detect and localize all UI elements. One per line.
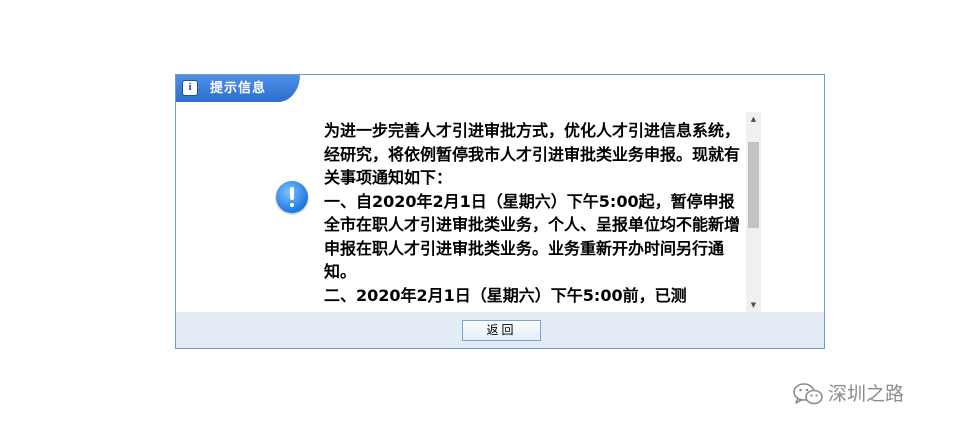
scroll-thumb[interactable] <box>748 142 759 228</box>
notice-dialog: i 提示信息 为进一步完善人才引进审批方式，优化人才引进信息系统，经研究，将依例… <box>175 74 825 349</box>
dialog-footer: 返回 <box>176 312 824 348</box>
exclamation-icon <box>276 181 308 213</box>
wechat-icon <box>793 383 823 405</box>
scroll-down-arrow-icon[interactable]: ▼ <box>746 298 761 312</box>
dialog-title: 提示信息 <box>210 81 267 96</box>
return-button[interactable]: 返回 <box>462 320 541 341</box>
message-scroll-area[interactable]: 为进一步完善人才引进审批方式，优化人才引进信息系统，经研究，将依例暂停我市人才引… <box>324 119 744 311</box>
info-icon: i <box>182 80 198 96</box>
vertical-scrollbar[interactable]: ▲ ▼ <box>746 112 761 312</box>
dialog-title-bar: i 提示信息 <box>176 75 300 102</box>
scroll-up-arrow-icon[interactable]: ▲ <box>746 112 761 126</box>
notice-message: 为进一步完善人才引进审批方式，优化人才引进信息系统，经研究，将依例暂停我市人才引… <box>324 121 741 305</box>
watermark-text: 深圳之路 <box>828 383 905 405</box>
